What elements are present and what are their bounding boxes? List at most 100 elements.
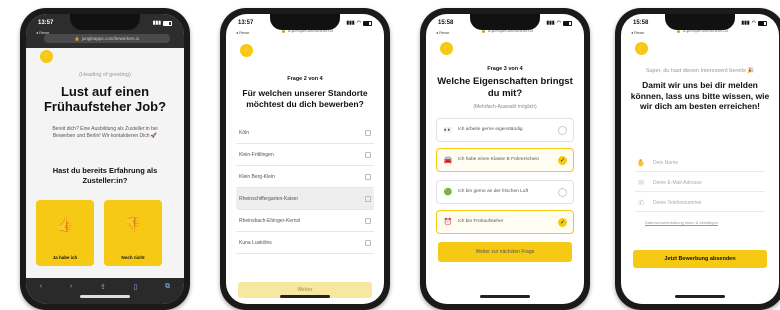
property-label: Ich habe einen Klasse B Führerschein	[458, 156, 540, 162]
location-option[interactable]: Rheinschiffergarten-Kaiser	[236, 188, 374, 210]
clock: 13:57	[38, 20, 54, 26]
location-label: Rheinschiffergarten-Kaiser	[239, 195, 299, 202]
location-option[interactable]: Kuna Luskölns	[236, 232, 374, 254]
signal-icon: ▮▮▮	[346, 20, 355, 26]
property-label: Ich arbeite gerne eigenständig	[458, 126, 523, 132]
signal-icon: ▮▮▮	[741, 20, 750, 26]
battery-icon	[363, 20, 372, 26]
wifi-icon: ◠	[356, 20, 361, 26]
bookmarks-icon[interactable]: ▯	[134, 283, 138, 291]
lightning-logo-icon: ⚡	[40, 50, 53, 63]
answer-yes-button[interactable]: 👍 Ja habe ich	[36, 200, 94, 266]
location-option[interactable]: Klein-Frittlingen	[236, 144, 374, 166]
back-arrow-icon[interactable]: ‹	[40, 283, 42, 291]
phone-icon: ✆	[638, 199, 644, 207]
property-option[interactable]: 🚘 Ich habe einen Klasse B Führerschein ✓	[436, 148, 574, 172]
screen-1: 13:57 ▮▮▮ ◂ Rewe 🔒 jungleapps.com/bewerb…	[26, 14, 184, 304]
home-indicator	[480, 295, 530, 298]
url-bar[interactable]: 🔒 jungleapps.com/bewerben.io	[44, 34, 170, 43]
hand-wave-icon: ✋	[636, 159, 646, 167]
status-icons: ▮▮▮ ◠	[741, 20, 767, 26]
property-option[interactable]: 👀 Ich arbeite gerne eigenständig	[436, 118, 574, 142]
location-option[interactable]: Rheinsbach-Ehinger-Kernsl	[236, 210, 374, 232]
headline: Damit wir uns bei dir melden können, las…	[630, 80, 770, 111]
url-text: jungleapps.com/bewerben.io	[81, 36, 140, 41]
empty-circle-icon[interactable]	[558, 125, 567, 135]
green-dot-icon: 🟢	[443, 189, 453, 196]
notch	[665, 14, 735, 30]
contact-input[interactable]: ✋ Dein Name	[635, 154, 765, 172]
location-label: Kuna Luskölns	[239, 239, 272, 246]
back-link[interactable]: ◂ Rewe	[236, 30, 249, 35]
next-question-button[interactable]: Weiter zur nächsten Frage	[438, 242, 572, 262]
answer-no-button[interactable]: 👎 Noch nicht	[104, 200, 162, 266]
location-label: Köln	[239, 129, 250, 136]
location-option[interactable]: Klein Berg-Klein	[236, 166, 374, 188]
checkbox[interactable]	[365, 151, 371, 158]
property-label: Ich bin Frühaufsteher	[458, 218, 504, 224]
alarm-clock-icon: ⏰	[443, 219, 453, 226]
location-option[interactable]: Köln	[236, 122, 374, 144]
input-placeholder: Deine E-Mail-Adresse	[653, 179, 702, 186]
lightning-logo-icon: ⚡	[440, 42, 453, 55]
tabs-icon[interactable]: ⧉	[165, 283, 170, 291]
page-indicator: Frage 3 von 4	[487, 66, 523, 72]
headline: Für welchen unserer Standorte möchtest d…	[242, 88, 368, 109]
location-label: Rheinsbach-Ehinger-Kernsl	[239, 217, 301, 224]
notch	[70, 14, 140, 30]
home-indicator	[280, 295, 330, 298]
wifi-icon: ◠	[556, 20, 561, 26]
location-label: Klein Berg-Klein	[239, 173, 275, 180]
car-icon: 🚘	[443, 157, 453, 164]
property-option[interactable]: ⏰ Ich bin Frühaufsteher ✓	[436, 210, 574, 234]
status-icons: ▮▮▮ ◠	[346, 20, 372, 26]
checkbox[interactable]	[365, 195, 371, 202]
lightning-logo-icon: ⚡	[240, 44, 253, 57]
battery-icon	[758, 20, 767, 26]
eyes-icon: 👀	[443, 127, 453, 134]
phone-frame-1: 13:57 ▮▮▮ ◂ Rewe 🔒 jungleapps.com/bewerb…	[20, 8, 190, 310]
screen-4: 15:58 ▮▮▮ ◠ ◂ Rewe 🔒 a.perspectivefunnel…	[621, 14, 779, 304]
signal-icon: ▮▮▮	[152, 20, 161, 26]
headline: Welche Eigenschaften bringst du mit?	[437, 76, 573, 99]
page-indicator: Frage 2 von 4	[287, 76, 323, 82]
checkbox[interactable]	[365, 173, 371, 180]
contact-input[interactable]: ✆ Deine Telefonnummer	[635, 194, 765, 212]
showcase: 13:57 ▮▮▮ ◂ Rewe 🔒 jungleapps.com/bewerb…	[0, 0, 780, 310]
forward-arrow-icon[interactable]: ›	[70, 283, 72, 291]
back-link[interactable]: ◂ Rewe	[36, 30, 49, 35]
contact-input[interactable]: ✉ Deine E-Mail-Adresse	[635, 174, 765, 192]
phone-frame-3: 15:58 ▮▮▮ ◠ ◂ Rewe 🔒 a.perspectivefunnel…	[420, 8, 590, 310]
mail-icon: ✉	[638, 179, 644, 187]
empty-circle-icon[interactable]	[558, 187, 567, 197]
checkbox[interactable]	[365, 217, 371, 224]
checkbox[interactable]	[365, 239, 371, 246]
input-placeholder: Dein Name	[653, 159, 679, 166]
back-link[interactable]: ◂ Rewe	[436, 30, 449, 35]
thumbs-up-icon: 👍	[56, 216, 74, 232]
phone-frame-2: 13:57 ▮▮▮ ◠ ◂ Rewe 🔒 a.perspectivefunnel…	[220, 8, 390, 310]
subtitle: (Mehrfach-Auswahl möglich)	[473, 104, 537, 110]
browser-toolbar: ‹ › ⇪ ▯ ⧉	[26, 278, 184, 304]
share-icon[interactable]: ⇪	[100, 283, 106, 291]
battery-icon	[563, 20, 572, 26]
submit-application-button[interactable]: Jetzt Bewerbung absenden	[633, 250, 767, 268]
intro-text: Bereit dich? Eine Ausbildung als Zustell…	[52, 126, 158, 139]
notch	[270, 14, 340, 30]
check-icon[interactable]: ✓	[558, 217, 567, 227]
screen-2: 13:57 ▮▮▮ ◠ ◂ Rewe 🔒 a.perspectivefunnel…	[226, 14, 384, 304]
status-icons: ▮▮▮	[153, 20, 172, 26]
checkbox[interactable]	[365, 129, 371, 136]
privacy-consent-link[interactable]: Datenschutzerklärung lesen & bestätigen	[645, 220, 765, 225]
greeting: (Heading of greeting)	[79, 72, 131, 78]
property-option[interactable]: 🟢 Ich bin gerne an der frischen Luft	[436, 180, 574, 204]
battery-icon	[163, 20, 172, 26]
status-icons: ▮▮▮ ◠	[546, 20, 572, 26]
property-label: Ich bin gerne an der frischen Luft	[458, 188, 529, 194]
clock: 13:57	[238, 20, 254, 26]
check-icon[interactable]: ✓	[558, 155, 567, 165]
signal-icon: ▮▮▮	[546, 20, 555, 26]
back-link[interactable]: ◂ Rewe	[631, 30, 644, 35]
home-indicator	[80, 295, 130, 298]
location-list: Köln Klein-Frittlingen Klein Berg-Klein Rhe…	[236, 122, 374, 254]
